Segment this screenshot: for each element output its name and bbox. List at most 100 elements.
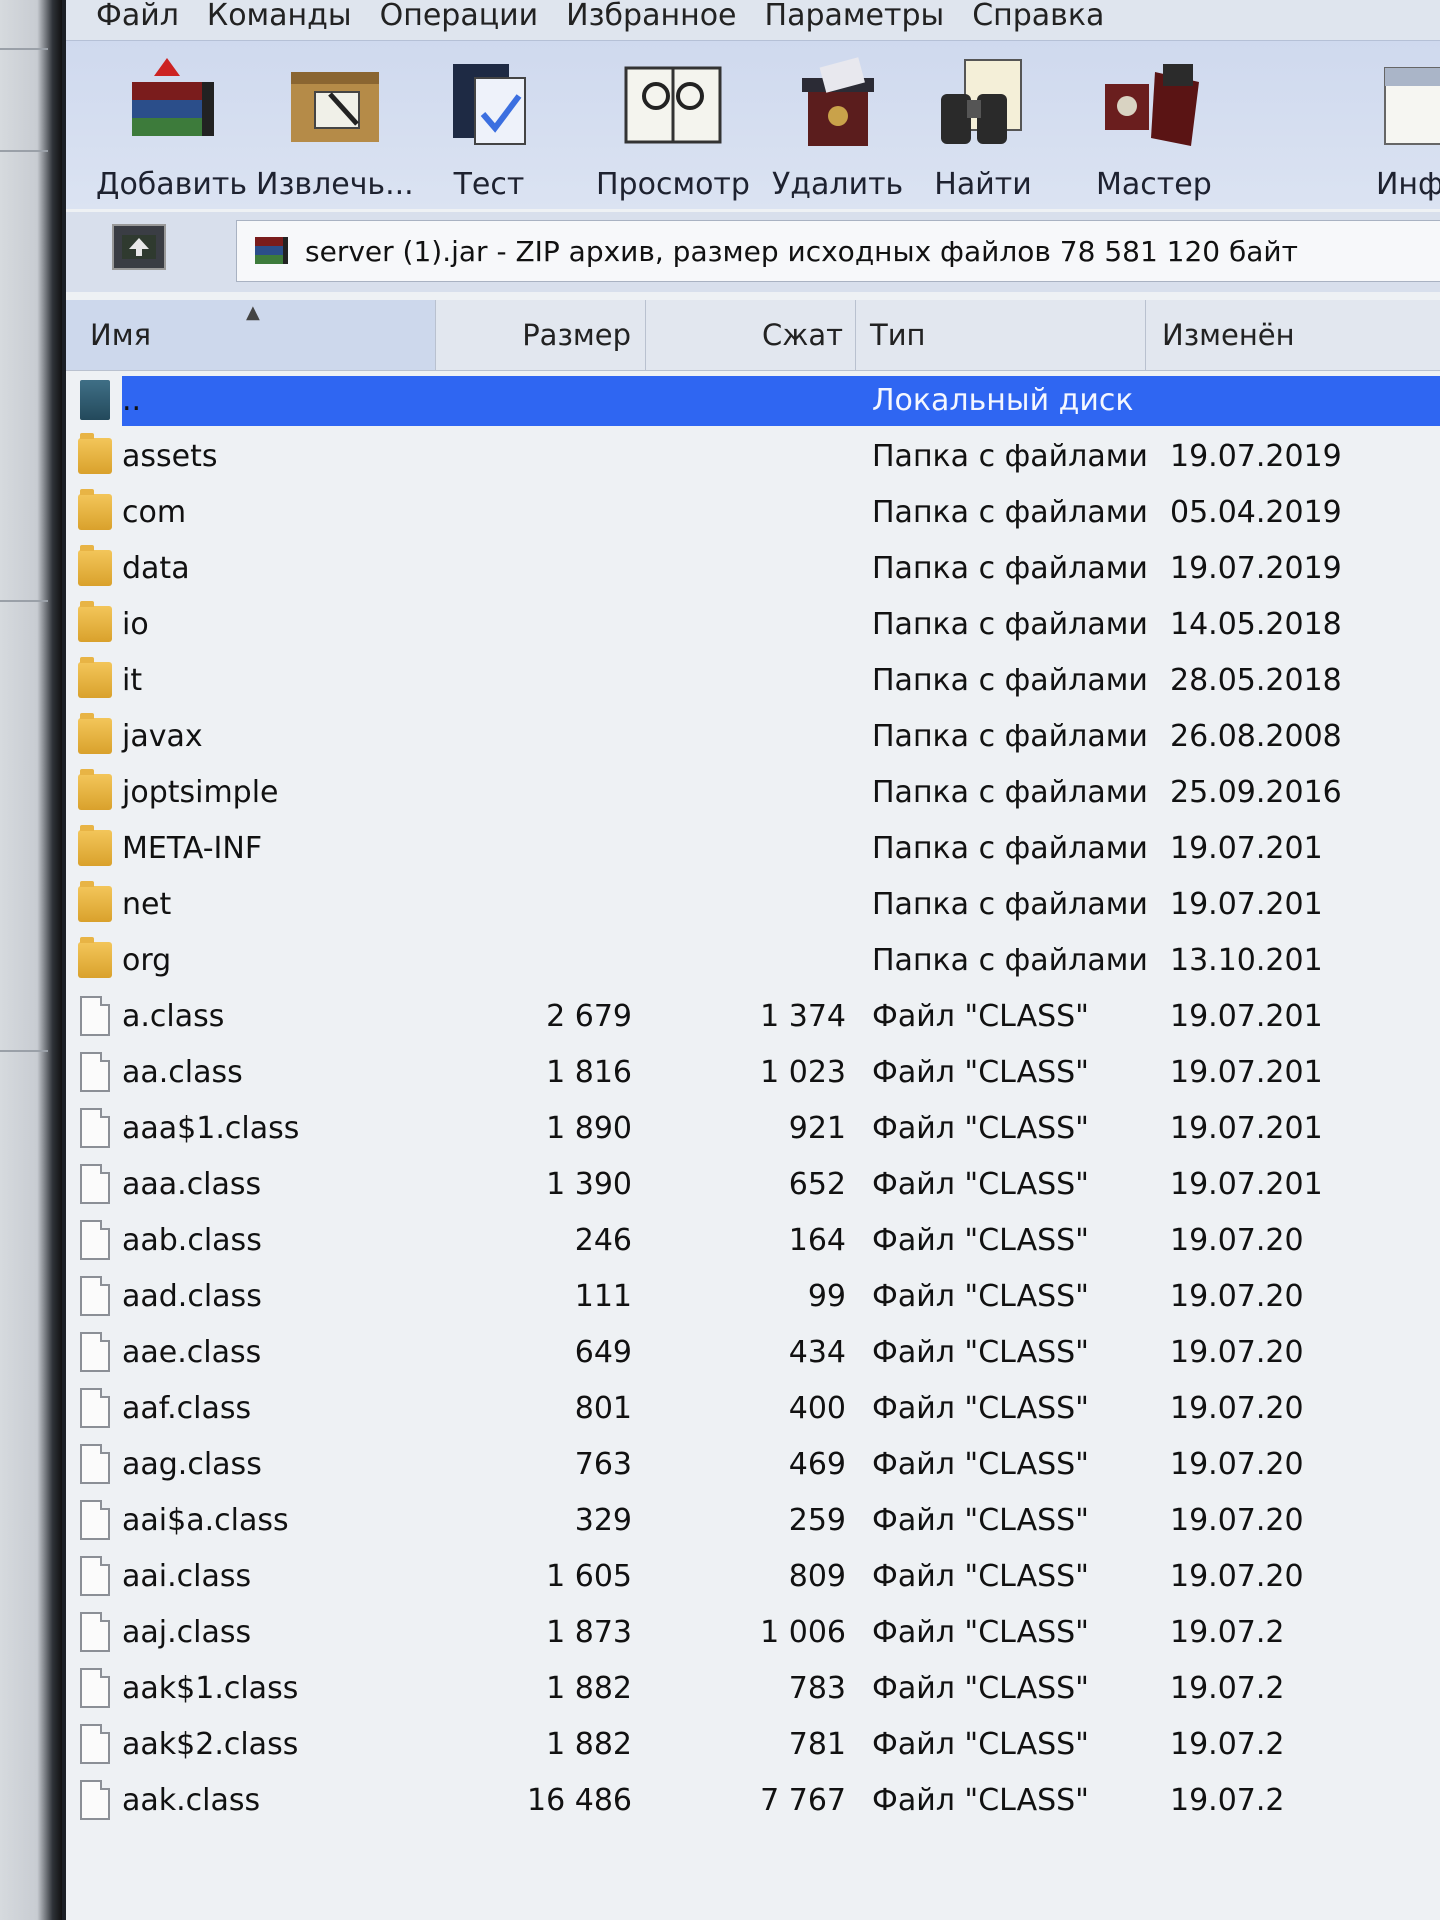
extract-button[interactable]: Извлечь... bbox=[256, 49, 414, 202]
folder-row[interactable]: it Папка с файлами 28.05.2018 bbox=[66, 652, 1440, 708]
file-modified: 05.04.2019 bbox=[1170, 494, 1342, 530]
file-packed-size: 921 bbox=[788, 1110, 846, 1146]
delete-button[interactable]: Удалить bbox=[772, 49, 903, 202]
view-icon bbox=[618, 49, 728, 159]
file-row[interactable]: aab.class 246 164 Файл "CLASS" 19.07.20 bbox=[66, 1212, 1440, 1268]
file-modified: 19.07.2019 bbox=[1170, 438, 1342, 474]
file-packed-size: 164 bbox=[788, 1222, 846, 1258]
column-packed-header[interactable]: Сжат bbox=[646, 300, 856, 370]
file-row[interactable]: aai.class 1 605 809 Файл "CLASS" 19.07.20 bbox=[66, 1548, 1440, 1604]
file-list: .. Локальный диск assets Папка с файлами 19.… bbox=[66, 372, 1440, 1920]
folder-row[interactable]: com Папка с файлами 05.04.2019 bbox=[66, 484, 1440, 540]
find-button[interactable]: Найти bbox=[928, 49, 1038, 202]
file-row[interactable]: aak$1.class 1 882 783 Файл "CLASS" 19.07.2 bbox=[66, 1660, 1440, 1716]
file-name: org bbox=[122, 942, 172, 978]
file-row[interactable]: aaf.class 801 400 Файл "CLASS" 19.07.20 bbox=[66, 1380, 1440, 1436]
file-modified: 25.09.2016 bbox=[1170, 774, 1342, 810]
file-type: Папка с файлами bbox=[872, 718, 1148, 754]
column-name-header[interactable]: Имя ▲ bbox=[66, 300, 436, 370]
add-button[interactable]: Добавить bbox=[96, 49, 247, 202]
file-icon bbox=[74, 1044, 116, 1100]
menu-commands[interactable]: Команды bbox=[207, 0, 352, 33]
column-modified-label: Изменён bbox=[1162, 318, 1295, 352]
folder-row[interactable]: data Папка с файлами 19.07.2019 bbox=[66, 540, 1440, 596]
sort-ascending-icon: ▲ bbox=[246, 302, 260, 323]
folder-icon bbox=[74, 596, 116, 652]
test-button[interactable]: Тест bbox=[434, 49, 544, 202]
file-packed-size: 1 006 bbox=[760, 1614, 846, 1650]
file-row[interactable]: aa.class 1 816 1 023 Файл "CLASS" 19.07.201 bbox=[66, 1044, 1440, 1100]
file-icon bbox=[74, 1100, 116, 1156]
file-size: 649 bbox=[574, 1334, 632, 1370]
folder-icon bbox=[74, 484, 116, 540]
address-text: server (1).jar - ZIP архив, размер исход… bbox=[305, 234, 1298, 268]
file-size bbox=[436, 372, 632, 428]
info-icon bbox=[1364, 49, 1440, 159]
column-headers: Имя ▲ Размер Сжат Тип Изменён bbox=[66, 300, 1440, 371]
folder-row[interactable]: org Папка с файлами 13.10.201 bbox=[66, 932, 1440, 988]
file-modified: 19.07.20 bbox=[1170, 1222, 1304, 1258]
file-row[interactable]: aai$a.class 329 259 Файл "CLASS" 19.07.20 bbox=[66, 1492, 1440, 1548]
file-name: aak.class bbox=[122, 1782, 261, 1818]
column-modified-header[interactable]: Изменён bbox=[1146, 300, 1440, 370]
file-modified: 19.07.2 bbox=[1170, 1614, 1285, 1650]
file-row[interactable]: a.class 2 679 1 374 Файл "CLASS" 19.07.201 bbox=[66, 988, 1440, 1044]
file-name: data bbox=[122, 550, 190, 586]
file-row[interactable]: aaa$1.class 1 890 921 Файл "CLASS" 19.07.201 bbox=[66, 1100, 1440, 1156]
file-packed-size bbox=[646, 540, 846, 596]
menu-bar: Файл Команды Операции Избранное Параметр… bbox=[66, 0, 1440, 40]
file-row[interactable]: aak$2.class 1 882 781 Файл "CLASS" 19.07.2 bbox=[66, 1716, 1440, 1772]
file-size bbox=[436, 484, 632, 540]
file-row[interactable]: aak.class 16 486 7 767 Файл "CLASS" 19.07.2 bbox=[66, 1772, 1440, 1828]
menu-help[interactable]: Справка bbox=[972, 0, 1104, 33]
file-name: aai.class bbox=[122, 1558, 252, 1594]
wizard-button[interactable]: Мастер bbox=[1096, 49, 1212, 202]
file-name: net bbox=[122, 886, 172, 922]
file-type: Папка с файлами bbox=[872, 886, 1148, 922]
column-size-header[interactable]: Размер bbox=[436, 300, 646, 370]
file-name: aaf.class bbox=[122, 1390, 252, 1426]
desktop-line bbox=[0, 1050, 48, 1052]
file-row[interactable]: aaa.class 1 390 652 Файл "CLASS" 19.07.201 bbox=[66, 1156, 1440, 1212]
file-type: Файл "CLASS" bbox=[872, 1670, 1089, 1706]
info-button[interactable]: Инфо bbox=[1364, 49, 1440, 202]
file-name: aaa$1.class bbox=[122, 1110, 300, 1146]
file-packed-size: 99 bbox=[807, 1278, 846, 1314]
file-row[interactable]: aag.class 763 469 Файл "CLASS" 19.07.20 bbox=[66, 1436, 1440, 1492]
file-modified: 19.07.20 bbox=[1170, 1334, 1304, 1370]
file-name: assets bbox=[122, 438, 218, 474]
file-type: Файл "CLASS" bbox=[872, 1166, 1089, 1202]
file-name: a.class bbox=[122, 998, 225, 1034]
file-modified: 14.05.2018 bbox=[1170, 606, 1342, 642]
folder-row[interactable]: META-INF Папка с файлами 19.07.201 bbox=[66, 820, 1440, 876]
file-icon bbox=[74, 1380, 116, 1436]
parent-dir-row[interactable]: .. Локальный диск bbox=[66, 372, 1440, 428]
folder-icon bbox=[74, 876, 116, 932]
file-row[interactable]: aad.class 111 99 Файл "CLASS" 19.07.20 bbox=[66, 1268, 1440, 1324]
file-type: Папка с файлами bbox=[872, 438, 1148, 474]
menu-file[interactable]: Файл bbox=[96, 0, 179, 33]
folder-row[interactable]: javax Папка с файлами 26.08.2008 bbox=[66, 708, 1440, 764]
folder-icon bbox=[74, 540, 116, 596]
menu-operations[interactable]: Операции bbox=[380, 0, 539, 33]
folder-row[interactable]: net Папка с файлами 19.07.201 bbox=[66, 876, 1440, 932]
file-size: 329 bbox=[574, 1502, 632, 1538]
file-packed-size: 809 bbox=[788, 1558, 846, 1594]
file-packed-size bbox=[646, 764, 846, 820]
menu-options[interactable]: Параметры bbox=[765, 0, 945, 33]
view-button[interactable]: Просмотр bbox=[596, 49, 750, 202]
column-type-header[interactable]: Тип bbox=[856, 300, 1146, 370]
folder-row[interactable]: assets Папка с файлами 19.07.2019 bbox=[66, 428, 1440, 484]
toolbar: Добавить Извлечь... Тест Просмотр Удалит… bbox=[66, 40, 1440, 209]
folder-row[interactable]: io Папка с файлами 14.05.2018 bbox=[66, 596, 1440, 652]
file-row[interactable]: aae.class 649 434 Файл "CLASS" 19.07.20 bbox=[66, 1324, 1440, 1380]
file-type: Файл "CLASS" bbox=[872, 1278, 1089, 1314]
file-name: com bbox=[122, 494, 187, 530]
address-bar[interactable]: server (1).jar - ZIP архив, размер исход… bbox=[236, 220, 1440, 282]
file-type: Папка с файлами bbox=[872, 942, 1148, 978]
up-folder-button[interactable] bbox=[112, 224, 166, 270]
menu-favorites[interactable]: Избранное bbox=[566, 0, 736, 33]
file-row[interactable]: aaj.class 1 873 1 006 Файл "CLASS" 19.07.2 bbox=[66, 1604, 1440, 1660]
folder-row[interactable]: joptsimple Папка с файлами 25.09.2016 bbox=[66, 764, 1440, 820]
file-name: aae.class bbox=[122, 1334, 262, 1370]
